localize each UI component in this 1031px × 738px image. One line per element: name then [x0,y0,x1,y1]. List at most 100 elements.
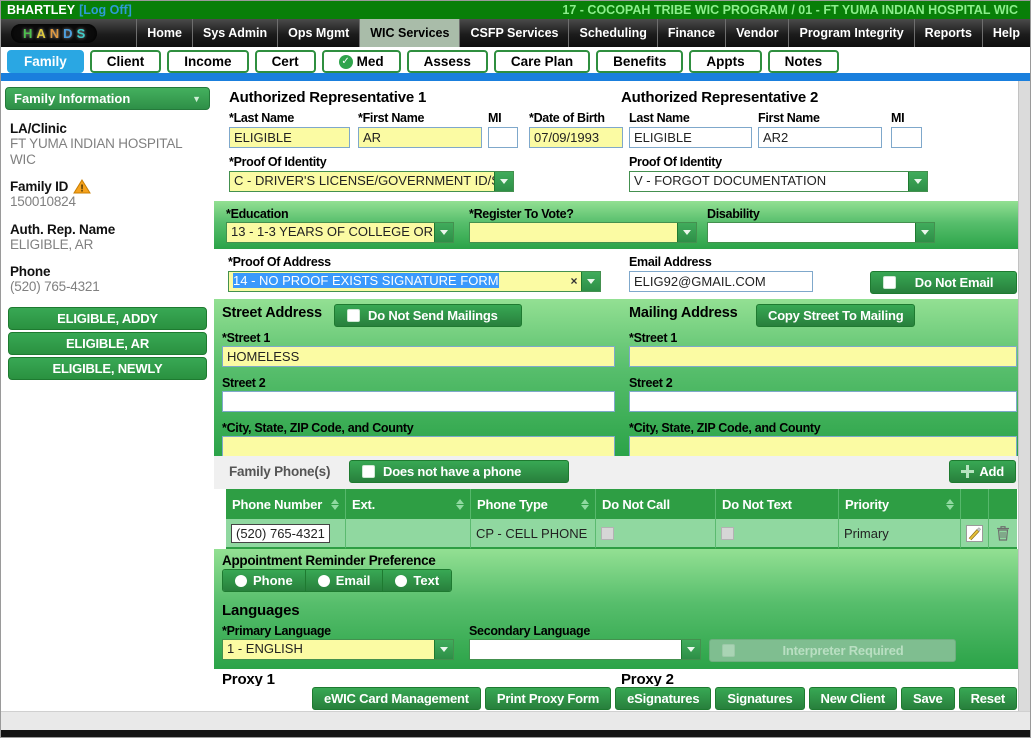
col-do-not-text: Do Not Text [716,489,839,519]
do-not-send-mailings-checkbox[interactable] [347,309,360,322]
sort-icon[interactable] [942,495,954,514]
ar1-first-name-input[interactable] [358,127,482,148]
dropdown-arrow-icon[interactable] [677,223,696,242]
logo-letter-s: S [77,26,86,41]
col-priority[interactable]: Priority [839,489,961,519]
menu-vendor[interactable]: Vendor [725,19,788,47]
phone-number-cell[interactable]: (520) 765-4321 [231,524,330,543]
no-phone-button[interactable]: Does not have a phone [349,460,569,483]
menu-scheduling[interactable]: Scheduling [568,19,656,47]
mailing-city-state-zip-label: *City, State, ZIP Code, and County [629,421,820,435]
reminder-text-radio[interactable]: Text [383,570,451,591]
menu-finance[interactable]: Finance [657,19,725,47]
proof-address-combo[interactable]: 14 - NO PROOF EXISTS SIGNATURE FORM × [228,271,601,292]
ar1-last-name-input[interactable] [229,127,350,148]
ar1-last-name-label: *Last Name [229,111,294,125]
street2-input[interactable] [222,391,615,412]
tab-family[interactable]: Family [7,50,84,73]
col-phone-type[interactable]: Phone Type [471,489,596,519]
menu-wic-services[interactable]: WIC Services [359,19,459,47]
dropdown-arrow-icon[interactable] [434,640,453,659]
no-phone-checkbox[interactable] [362,465,375,478]
tab-benefits[interactable]: Benefits [596,50,683,73]
reset-button[interactable]: Reset [959,687,1017,710]
tab-client[interactable]: Client [90,50,162,73]
menu-help[interactable]: Help [982,19,1030,47]
save-button[interactable]: Save [901,687,955,710]
ar2-proof-identity-select[interactable]: V - FORGOT DOCUMENTATION [629,171,928,192]
mailing-street1-label: *Street 1 [629,331,677,345]
dropdown-arrow-icon[interactable] [915,223,934,242]
dropdown-arrow-icon[interactable] [681,640,700,659]
add-phone-button[interactable]: Add [949,460,1016,483]
sort-icon[interactable] [577,495,589,514]
ar2-proof-identity-label: Proof Of Identity [629,155,722,169]
col-edit [961,489,989,519]
mailing-street2-input[interactable] [629,391,1017,412]
tab-care-plan[interactable]: Care Plan [494,50,590,73]
email-input[interactable] [629,271,813,292]
do-not-email-button[interactable]: Do Not Email [870,271,1017,294]
ar2-mi-input[interactable] [891,127,922,148]
ewic-card-management-button[interactable]: eWIC Card Management [312,687,481,710]
agency-clinic-title: 17 - COCOPAH TRIBE WIC PROGRAM / 01 - FT… [562,3,1024,17]
register-vote-select[interactable] [469,222,697,243]
dropdown-arrow-icon[interactable] [581,272,600,291]
tab-notes[interactable]: Notes [768,50,840,73]
menu-ops-mgmt[interactable]: Ops Mgmt [277,19,359,47]
ar2-last-name-input[interactable] [629,127,752,148]
menu-reports[interactable]: Reports [914,19,982,47]
reminder-email-radio[interactable]: Email [306,570,384,591]
ar2-first-name-input[interactable] [758,127,882,148]
tab-appts[interactable]: Appts [689,50,761,73]
tab-cert[interactable]: Cert [255,50,316,73]
sort-icon[interactable] [452,495,464,514]
signatures-button[interactable]: Signatures [715,687,804,710]
menu-csfp-services[interactable]: CSFP Services [459,19,568,47]
menu-program-integrity[interactable]: Program Integrity [788,19,913,47]
menu-sys-admin[interactable]: Sys Admin [192,19,277,47]
disability-select[interactable] [707,222,935,243]
do-not-text-checkbox[interactable] [721,527,734,540]
tab-income[interactable]: Income [167,50,248,73]
copy-street-to-mailing-button[interactable]: Copy Street To Mailing [756,304,915,327]
main-menu-bar: H A N D S Home Sys Admin Ops Mgmt WIC Se… [1,19,1030,47]
sort-icon[interactable] [327,495,339,514]
app-window: BHARTLEY [Log Off] 17 - COCOPAH TRIBE WI… [0,0,1031,738]
do-not-send-mailings-button[interactable]: Do Not Send Mailings [334,304,522,327]
esignatures-button[interactable]: eSignatures [615,687,711,710]
dropdown-arrow-icon[interactable] [494,172,513,191]
tab-assess[interactable]: Assess [407,50,488,73]
menu-home[interactable]: Home [136,19,192,47]
ar1-dob-input[interactable] [529,127,623,148]
tab-med[interactable]: ✓Med [322,50,401,73]
city-state-zip-input[interactable] [222,436,615,457]
dropdown-arrow-icon[interactable] [908,172,927,191]
do-not-email-checkbox[interactable] [883,276,896,289]
log-off-link[interactable]: [Log Off] [79,3,132,17]
clear-icon[interactable]: × [567,272,581,291]
family-information-header[interactable]: Family Information ▼ [5,87,210,110]
ar1-proof-identity-select[interactable]: C - DRIVER'S LICENSE/GOVERNMENT ID/S [229,171,514,192]
mailing-city-state-zip-input[interactable] [629,436,1017,457]
member-button-eligible-addy[interactable]: ELIGIBLE, ADDY [8,307,207,330]
new-client-button[interactable]: New Client [809,687,897,710]
col-do-not-call: Do Not Call [596,489,716,519]
mailing-street1-input[interactable] [629,346,1017,367]
ar1-mi-input[interactable] [488,127,518,148]
col-phone-number[interactable]: Phone Number [226,489,346,519]
dropdown-arrow-icon[interactable] [434,223,453,242]
priority-cell: Primary [839,519,961,549]
secondary-language-select[interactable] [469,639,701,660]
do-not-call-checkbox[interactable] [601,527,614,540]
edit-icon[interactable] [966,525,983,542]
col-ext[interactable]: Ext. [346,489,471,519]
member-button-eligible-newly[interactable]: ELIGIBLE, NEWLY [8,357,207,380]
print-proxy-form-button[interactable]: Print Proxy Form [485,687,611,710]
delete-trash-icon[interactable] [996,525,1010,541]
primary-language-select[interactable]: 1 - ENGLISH [222,639,454,660]
education-select[interactable]: 13 - 1-3 YEARS OF COLLEGE OR [226,222,454,243]
member-button-eligible-ar[interactable]: ELIGIBLE, AR [8,332,207,355]
reminder-phone-radio[interactable]: Phone [223,570,306,591]
street1-input[interactable] [222,346,615,367]
